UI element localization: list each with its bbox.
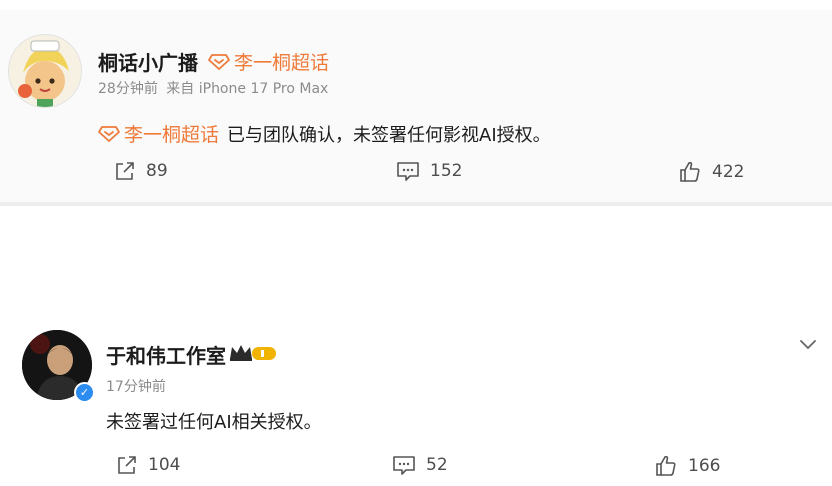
chevron-down-icon[interactable] bbox=[796, 332, 820, 356]
post-card: ✓ 于和伟工作室 17分钟前 未签署过任何AI相关授权。 104 52 166 bbox=[0, 318, 832, 486]
share-icon bbox=[118, 456, 136, 474]
like-icon bbox=[680, 161, 700, 182]
share-icon bbox=[116, 162, 134, 180]
like-icon bbox=[656, 455, 676, 476]
super-topic-icon bbox=[208, 53, 230, 70]
comment-button[interactable]: 52 bbox=[392, 454, 448, 476]
content-super-topic-link[interactable]: 李一桐超话 bbox=[98, 120, 219, 147]
comment-icon bbox=[393, 456, 415, 475]
content-text: 未签署过任何AI相关授权。 bbox=[106, 412, 322, 433]
super-topic-link[interactable]: 李一桐超话 bbox=[208, 48, 329, 75]
verified-icon: ✓ bbox=[74, 382, 95, 403]
author-name[interactable]: 桐话小广播 bbox=[98, 47, 198, 76]
post-time: 17分钟前 bbox=[106, 379, 166, 395]
like-count: 166 bbox=[688, 456, 721, 476]
post-source: 来自 iPhone 17 Pro Max bbox=[166, 81, 329, 97]
post-time: 28分钟前 bbox=[98, 81, 158, 97]
weibo-feed: 桐话小广播 李一桐超话 28分钟前 来自 iPhone 17 Pro Max 李… bbox=[0, 0, 832, 486]
avatar[interactable] bbox=[8, 34, 82, 108]
comment-button[interactable]: 152 bbox=[396, 160, 462, 182]
crown-badge-icon bbox=[228, 342, 278, 364]
comment-icon bbox=[397, 162, 419, 181]
share-count: 104 bbox=[148, 455, 181, 475]
post-meta: 28分钟前 来自 iPhone 17 Pro Max bbox=[98, 78, 328, 98]
post-meta: 17分钟前 bbox=[106, 376, 166, 396]
post-card: 桐话小广播 李一桐超话 28分钟前 来自 iPhone 17 Pro Max 李… bbox=[0, 10, 832, 206]
like-count: 422 bbox=[712, 162, 745, 182]
comment-count: 52 bbox=[426, 455, 448, 475]
share-count: 89 bbox=[146, 161, 168, 181]
share-button[interactable]: 104 bbox=[116, 454, 180, 476]
comment-count: 152 bbox=[430, 161, 463, 181]
like-button[interactable]: 166 bbox=[654, 454, 720, 478]
post-content: 未签署过任何AI相关授权。 bbox=[106, 408, 322, 434]
content-super-topic-label: 李一桐超话 bbox=[124, 124, 220, 146]
super-topic-label: 李一桐超话 bbox=[234, 52, 330, 74]
super-topic-icon bbox=[98, 125, 120, 142]
content-text: 已与团队确认，未签署任何影视AI授权。 bbox=[227, 124, 551, 146]
like-button[interactable]: 422 bbox=[678, 160, 744, 184]
share-button[interactable]: 89 bbox=[114, 160, 168, 182]
post-content: 李一桐超话 已与团队确认，未签署任何影视AI授权。 bbox=[98, 120, 551, 147]
author-name[interactable]: 于和伟工作室 bbox=[106, 340, 226, 369]
